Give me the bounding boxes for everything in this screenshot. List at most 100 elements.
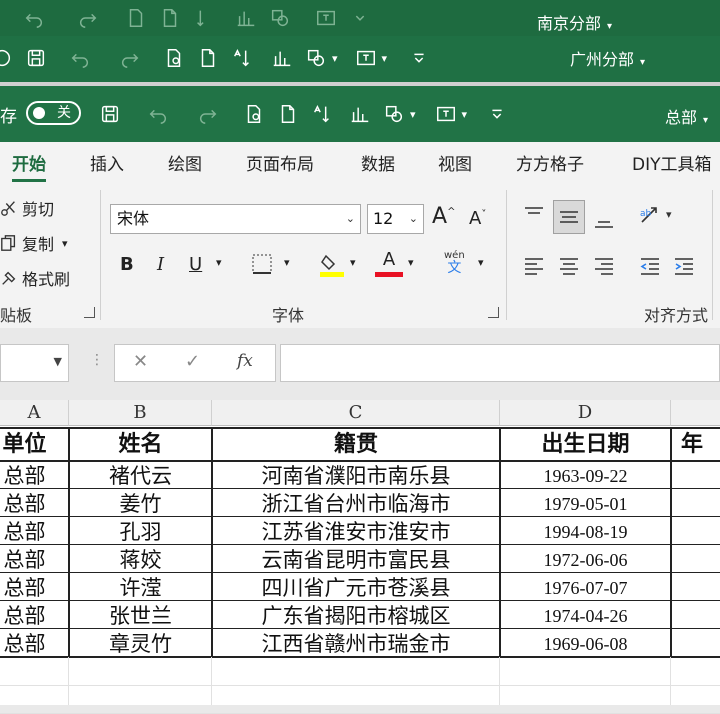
orientation-icon[interactable]: ab (638, 204, 662, 228)
sort-icon[interactable] (308, 100, 336, 128)
customize-icon[interactable] (346, 4, 374, 32)
decrease-indent-icon[interactable] (638, 254, 662, 278)
autosave-toggle[interactable]: 关 (26, 101, 81, 125)
chevron-down-icon[interactable]: ▾ (62, 237, 68, 250)
fill-color-button[interactable] (318, 250, 346, 283)
table-cell[interactable]: 张世兰 (69, 601, 212, 629)
save-icon[interactable] (22, 44, 50, 72)
column-header-e[interactable] (671, 400, 720, 426)
italic-button[interactable]: I (157, 254, 164, 275)
chart-icon[interactable] (346, 100, 374, 128)
align-middle-button[interactable] (553, 200, 585, 234)
table-cell[interactable]: 1979-05-01 (500, 489, 671, 517)
table-header-cell[interactable]: 年 (671, 428, 720, 461)
chevron-down-icon[interactable]: ▼ (54, 355, 62, 368)
tab-draw[interactable]: 绘图 (168, 150, 202, 175)
table-cell[interactable]: 1994-08-19 (500, 517, 671, 545)
redo-icon[interactable] (74, 4, 102, 32)
font-launcher-icon[interactable] (488, 307, 499, 318)
table-cell[interactable]: 总部 (0, 629, 69, 657)
table-cell[interactable]: 1969-06-08 (500, 629, 671, 657)
tab-home[interactable]: 开始 (12, 150, 46, 182)
tab-view[interactable]: 视图 (438, 150, 472, 175)
table-header-cell[interactable]: 籍贯 (212, 428, 500, 461)
table-cell[interactable]: 广东省揭阳市榕城区 (212, 601, 500, 629)
shapes-icon[interactable] (266, 4, 294, 32)
table-cell[interactable]: 总部 (0, 573, 69, 601)
table-cell[interactable]: 许滢 (69, 573, 212, 601)
table-cell[interactable]: 孔羽 (69, 517, 212, 545)
align-center-icon[interactable] (557, 254, 581, 278)
table-header-cell[interactable]: 姓名 (69, 428, 212, 461)
branch-switcher-guangzhou[interactable]: 广州分部 ▾ (570, 46, 645, 70)
column-header-b[interactable]: B (69, 400, 212, 426)
chevron-down-icon[interactable]: ▾ (462, 108, 468, 121)
underline-button[interactable]: U (189, 254, 202, 275)
table-cell[interactable]: 1972-06-06 (500, 545, 671, 573)
print-preview-icon[interactable] (122, 4, 150, 32)
table-cell[interactable]: 云南省昆明市富民县 (212, 545, 500, 573)
table-cell[interactable]: 1963-09-22 (500, 461, 671, 489)
print-preview-icon[interactable] (240, 100, 268, 128)
align-right-icon[interactable] (592, 254, 616, 278)
table-cell[interactable]: 总部 (0, 601, 69, 629)
table-header-cell[interactable]: 单位 (0, 428, 69, 461)
align-bottom-icon[interactable] (592, 208, 616, 232)
table-cell[interactable]: 姜竹 (69, 489, 212, 517)
undo-icon[interactable] (66, 44, 94, 72)
cut-button[interactable]: 剪切 (0, 196, 54, 220)
column-header-a[interactable]: A (0, 400, 69, 426)
customize-icon[interactable] (405, 44, 433, 72)
table-cell[interactable]: 蒋姣 (69, 545, 212, 573)
new-file-icon[interactable] (156, 4, 184, 32)
chevron-down-icon[interactable]: ▾ (666, 208, 672, 221)
table-cell[interactable]: 总部 (0, 489, 69, 517)
tab-page-layout[interactable]: 页面布局 (246, 150, 314, 175)
undo-icon[interactable] (144, 100, 172, 128)
insert-function-button[interactable]: fx (237, 351, 253, 371)
shrink-font-button[interactable]: A˅ (469, 208, 486, 229)
table-cell[interactable]: 浙江省台州市临海市 (212, 489, 500, 517)
branch-switcher-main[interactable]: 总部 ▾ (665, 104, 708, 128)
shapes-icon[interactable] (380, 100, 408, 128)
bold-button[interactable]: B (120, 254, 134, 275)
font-size-select[interactable]: 12 ⌄ (367, 204, 424, 234)
phonetic-guide-button[interactable]: wén 文 (444, 250, 465, 276)
table-cell[interactable]: 江苏省淮安市淮安市 (212, 517, 500, 545)
autosave-icon[interactable] (0, 44, 16, 72)
textbox-icon[interactable] (312, 4, 340, 32)
table-cell[interactable]: 章灵竹 (69, 629, 212, 657)
new-file-icon[interactable] (194, 44, 222, 72)
table-cell[interactable]: 江西省赣州市瑞金市 (212, 629, 500, 657)
copy-button[interactable]: 复制 ▾ (0, 231, 68, 255)
chevron-down-icon[interactable]: ▾ (408, 256, 414, 269)
chevron-down-icon[interactable]: ▾ (382, 52, 388, 65)
shapes-icon[interactable] (302, 44, 330, 72)
customize-icon[interactable] (483, 100, 511, 128)
table-cell[interactable]: 四川省广元市苍溪县 (212, 573, 500, 601)
undo-icon[interactable] (20, 4, 48, 32)
tab-data[interactable]: 数据 (361, 150, 395, 175)
sort-icon[interactable] (190, 4, 218, 32)
sort-icon[interactable] (228, 44, 256, 72)
chart-icon[interactable] (232, 4, 260, 32)
chevron-down-icon[interactable]: ▾ (478, 256, 484, 269)
table-cell[interactable]: 1974-04-26 (500, 601, 671, 629)
chevron-down-icon[interactable]: ▾ (332, 52, 338, 65)
table-header-cell[interactable]: 出生日期 (500, 428, 671, 461)
tab-fangfang-grid[interactable]: 方方格子 (516, 150, 584, 175)
chevron-down-icon[interactable]: ▾ (410, 108, 416, 121)
chart-icon[interactable] (268, 44, 296, 72)
borders-button[interactable] (250, 252, 274, 281)
more-options-icon[interactable]: ⋮ (90, 352, 104, 368)
save-icon[interactable] (96, 100, 124, 128)
chevron-down-icon[interactable]: ▾ (284, 256, 290, 269)
clipboard-launcher-icon[interactable] (84, 307, 95, 318)
enter-icon[interactable]: ✓ (185, 351, 200, 372)
format-painter-button[interactable]: 格式刷 (0, 266, 70, 290)
column-header-d[interactable]: D (500, 400, 671, 426)
branch-switcher-nanjing[interactable]: 南京分部 ▾ (537, 10, 612, 34)
table-cell[interactable]: 总部 (0, 461, 69, 489)
font-name-select[interactable]: 宋体 ⌄ (110, 204, 361, 234)
cancel-icon[interactable]: ✕ (133, 351, 148, 372)
